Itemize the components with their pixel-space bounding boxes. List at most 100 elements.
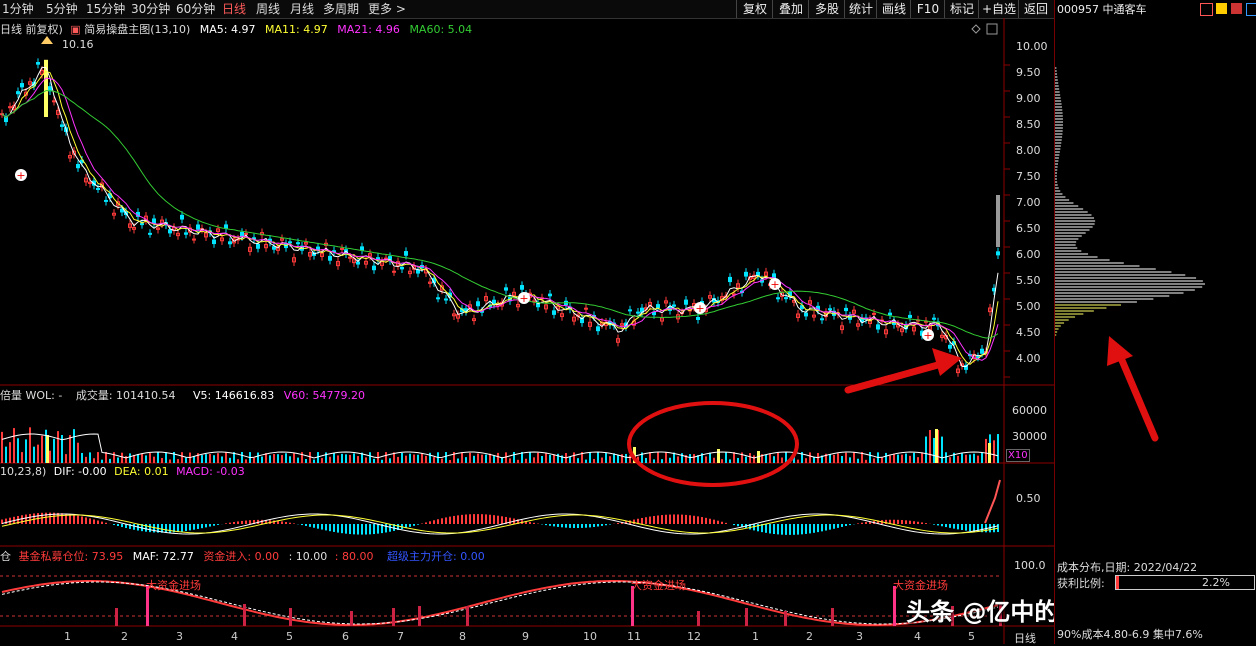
volume-bar (665, 452, 667, 463)
volume-bar (649, 452, 651, 463)
volume-bar (805, 458, 807, 463)
volume-bar (925, 436, 927, 463)
volume-bar (497, 452, 499, 463)
peak-marker-icon (41, 36, 53, 44)
volume-bar (469, 452, 471, 463)
candle-body (636, 311, 640, 314)
volume-bar (193, 456, 195, 463)
candle-body (728, 276, 732, 283)
candle-body (356, 261, 360, 265)
candle-body (60, 124, 64, 127)
volume-bar (897, 454, 899, 463)
tab-15min[interactable]: 15分钟 (86, 1, 125, 17)
candle-body (520, 285, 524, 290)
candle-body (744, 271, 748, 277)
buy-signal-icon: + (923, 329, 932, 342)
volume-bar (309, 452, 311, 463)
volume-bar (709, 452, 711, 463)
candles (0, 58, 1000, 377)
stock-code-name: 000957 中通客车 (1057, 3, 1147, 16)
volume-bar (69, 435, 71, 463)
volume-bar (585, 459, 587, 463)
volume-bar (745, 456, 747, 463)
volume-bar (965, 454, 967, 463)
volume-bar (961, 453, 963, 463)
multi-stock-button[interactable]: 多股 (808, 0, 845, 18)
time-tick: 1 (64, 630, 71, 643)
volume-bar (601, 457, 603, 463)
volume-bar (737, 457, 739, 463)
volume-bar (653, 459, 655, 463)
macd-tick: 0.50 (1016, 492, 1041, 505)
inflow-bar (784, 611, 787, 626)
kline-chart[interactable]: + + + + + (0, 18, 1054, 644)
candle-body (436, 297, 440, 300)
stats-button[interactable]: 统计 (844, 0, 877, 18)
volume-bar (93, 458, 95, 463)
candle-body (584, 307, 588, 310)
red-arrow-icon (844, 348, 962, 394)
mark-button[interactable]: 标记 (944, 0, 979, 18)
volume-bar (305, 459, 307, 463)
candle-body (272, 246, 276, 250)
volume-bar (589, 452, 591, 463)
adjust-button[interactable]: 复权 (736, 0, 773, 18)
tab-60min[interactable]: 60分钟 (176, 1, 215, 17)
tab-weekly[interactable]: 周线 (256, 1, 280, 17)
tab-more[interactable]: 更多 > (368, 1, 406, 17)
buy-signal-icon: + (770, 278, 779, 291)
f10-button[interactable]: F10 (910, 0, 945, 18)
volume-bar (337, 455, 339, 463)
diamond-icon[interactable] (971, 24, 981, 34)
candle-body (104, 199, 108, 202)
volume-bar (313, 459, 315, 463)
candle-body (140, 223, 144, 226)
volume-bar (293, 452, 295, 463)
price-tick: 9.00 (1016, 92, 1041, 105)
inflow-bar (289, 608, 292, 626)
volume-bar (257, 452, 259, 463)
candle-body (696, 317, 700, 320)
price-tick: 6.00 (1016, 248, 1041, 261)
volume-bar (517, 459, 519, 463)
volume-bar (849, 457, 851, 463)
volume-bars (1, 427, 999, 463)
candle-body (416, 269, 420, 274)
fund-annotation-3: 大资金进场 (893, 579, 948, 592)
volume-bar (389, 458, 391, 463)
candle-body (404, 251, 408, 256)
chart-settings-icon[interactable] (986, 23, 998, 35)
tab-multi-period[interactable]: 多周期 (323, 1, 359, 17)
volume-bar (397, 456, 399, 463)
candle-body (552, 310, 556, 315)
volume-bar (417, 454, 419, 463)
tab-30min[interactable]: 30分钟 (131, 1, 170, 17)
volume-bar (205, 454, 207, 463)
volume-bar (917, 457, 919, 463)
candle-body (288, 241, 292, 244)
vol-tick-30000: 30000 (1012, 430, 1047, 443)
grid (1004, 64, 1010, 378)
tab-1min[interactable]: 1分钟 (2, 1, 34, 17)
menu-icon[interactable] (1200, 3, 1213, 16)
draw-button[interactable]: 画线 (876, 0, 911, 18)
tab-monthly[interactable]: 月线 (290, 1, 314, 17)
flag-icon[interactable] (1216, 3, 1227, 14)
volume-bar (881, 456, 883, 463)
volume-bar (845, 452, 847, 463)
price-tick: 4.00 (1016, 352, 1041, 365)
volume-bar (21, 452, 23, 463)
add-watchlist-button[interactable]: +自选 (978, 0, 1019, 18)
macd-plot (1, 479, 1001, 535)
tab-5min[interactable]: 5分钟 (46, 1, 78, 17)
overlay-button[interactable]: 叠加 (772, 0, 809, 18)
inflow-bar (745, 608, 748, 626)
mark-icon[interactable] (1231, 3, 1242, 14)
volume-bar (117, 457, 119, 463)
tab-daily[interactable]: 日线 (222, 1, 246, 17)
volume-bar (89, 452, 91, 463)
volume-bar (221, 456, 223, 463)
volume-bar (461, 452, 463, 463)
list-icon[interactable] (1246, 3, 1256, 16)
back-button[interactable]: 返回 (1018, 0, 1053, 18)
